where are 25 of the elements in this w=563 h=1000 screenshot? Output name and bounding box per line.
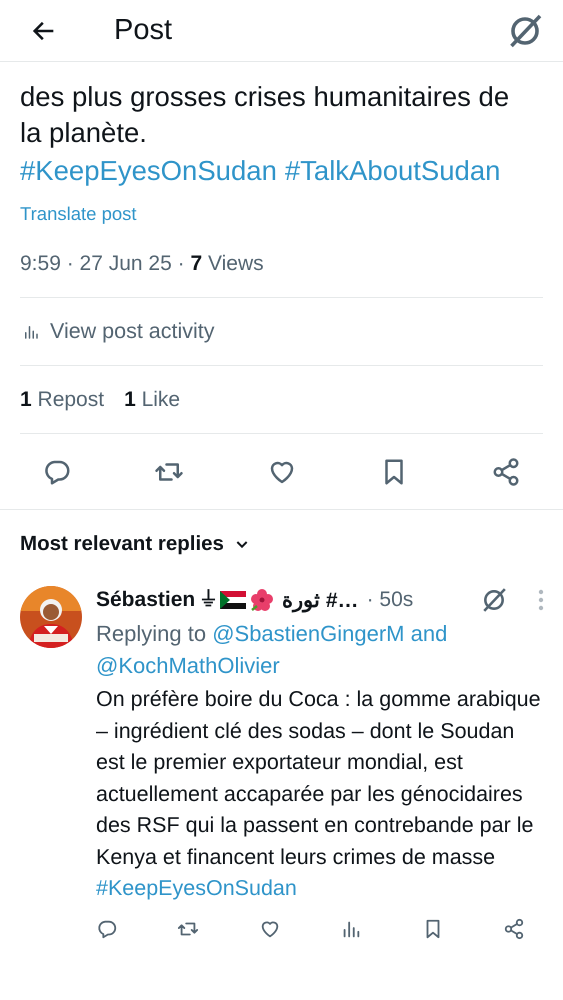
flower-icon [250, 588, 274, 612]
flag-icon [220, 591, 246, 609]
mention-link[interactable]: @KochMathOlivier [96, 653, 280, 678]
replies-sort-dropdown[interactable]: Most relevant replies [0, 510, 563, 572]
mention-link[interactable]: @SbastienGingerM [212, 621, 404, 646]
stat-link[interactable]: 1 Like [124, 388, 180, 412]
post-time: · 50s [366, 588, 414, 612]
hashtag-link[interactable]: #KeepEyesOnSudan [20, 151, 277, 191]
view-activity-link[interactable]: View post activity [20, 297, 543, 365]
post-text: des plus grosses crises humanitaires de [20, 80, 510, 114]
reply-icon[interactable] [96, 918, 118, 940]
replying-to-text: Replying to @SbastienGingerM and @KochMathOlivier [96, 620, 448, 680]
translate-link[interactable]: Translate post [20, 203, 137, 225]
mention-link[interactable]: and [410, 621, 448, 646]
stat-link[interactable]: 1 Repost [20, 388, 104, 412]
reply-text: On préfère boire du Coca : la gomme arabique – ingrédient clé des sodas – dont le Soudan est le premier exportateur mondial, est actuellement accaparée par les génocidaires des RSF qui la passent en contrebande par le Kenya et financent leurs crimes de masse [96, 686, 542, 870]
share-icon[interactable] [491, 456, 521, 486]
author-name-tail: ثورة #… [282, 588, 359, 612]
post-text: la planète. [20, 116, 148, 150]
share-icon[interactable] [502, 918, 525, 940]
hashtag-link[interactable]: #TalkAboutSudan [284, 151, 500, 191]
post-meta: 9:59 · 27 Jun 25 · 7 Views [20, 251, 265, 277]
page-title: Post [114, 14, 172, 47]
hashtag-link[interactable]: #KeepEyesOnSudan [96, 873, 551, 904]
author-name[interactable]: Sébastien ⏚ [96, 588, 216, 612]
